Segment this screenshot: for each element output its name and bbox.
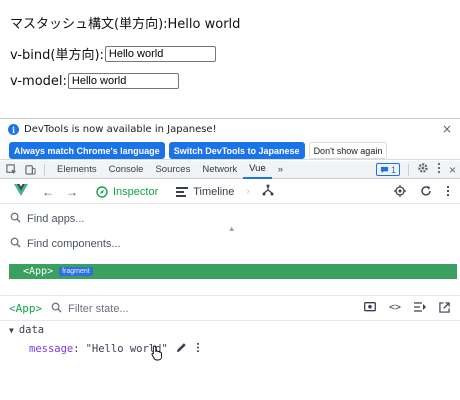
vue-logo-icon xyxy=(14,184,28,199)
state-row-message: message : "Hello world" xyxy=(29,342,200,356)
row-more-icon[interactable] xyxy=(196,342,200,356)
tab-vue[interactable]: Vue xyxy=(243,161,272,179)
screen-icon[interactable] xyxy=(364,302,376,316)
back-arrow-icon[interactable]: ← xyxy=(42,185,54,199)
scroll-to-component-icon[interactable] xyxy=(414,302,426,316)
forward-arrow-icon[interactable]: → xyxy=(66,185,78,199)
issues-badge[interactable]: 1 xyxy=(375,163,400,176)
vbind-input[interactable] xyxy=(104,45,216,62)
close-devtools-icon[interactable]: × xyxy=(449,163,456,177)
issues-count: 1 xyxy=(390,164,396,175)
vmodel-row: v-model: xyxy=(10,73,179,89)
tab-timeline[interactable]: Timeline xyxy=(176,186,234,198)
switch-to-japanese-button[interactable]: Switch DevTools to Japanese xyxy=(168,142,305,159)
data-section-label: data xyxy=(18,324,45,336)
info-icon: i xyxy=(8,124,19,135)
expand-triangle-icon[interactable]: ▼ xyxy=(9,326,14,335)
state-data-section: ▼ data message : "Hello world" xyxy=(9,324,200,356)
infobar-message: DevTools is now available in Japanese! xyxy=(24,124,217,135)
dont-show-again-button[interactable]: Don't show again xyxy=(308,142,388,159)
more-menu-icon[interactable] xyxy=(446,185,450,200)
refresh-icon[interactable] xyxy=(420,185,432,200)
tab-elements[interactable]: Elements xyxy=(51,161,103,179)
vbind-label: v-bind(単方向): xyxy=(10,48,104,63)
timeline-label: Timeline xyxy=(193,185,235,198)
message-icon xyxy=(380,166,389,173)
timeline-icon xyxy=(176,186,189,197)
state-key: message xyxy=(29,343,74,355)
vmodel-input[interactable] xyxy=(67,73,179,89)
search-icon xyxy=(10,237,21,251)
find-apps-input[interactable]: Find apps... xyxy=(27,213,84,225)
data-section-header[interactable]: ▼ data xyxy=(9,324,200,336)
component-tree-icon[interactable] xyxy=(262,184,274,199)
tab-sources[interactable]: Sources xyxy=(149,161,196,179)
device-toolbar-icon[interactable] xyxy=(22,164,38,175)
target-icon[interactable] xyxy=(394,185,406,200)
tab-inspector[interactable]: Inspector xyxy=(96,186,158,198)
find-components-row[interactable]: Find components... xyxy=(0,231,460,256)
hand-cursor-icon xyxy=(151,345,163,365)
search-icon xyxy=(51,302,62,316)
tab-network[interactable]: Network xyxy=(196,161,243,179)
kebab-menu-icon[interactable] xyxy=(437,162,441,177)
more-tabs-button[interactable]: » xyxy=(272,161,289,179)
tab-console[interactable]: Console xyxy=(103,161,150,179)
open-in-editor-icon[interactable] xyxy=(439,302,450,316)
devtools-panel: i DevTools is now available in Japanese!… xyxy=(0,118,460,400)
vbind-row: v-bind(単方向): xyxy=(10,44,216,63)
mustache-text: マスタッシュ構文(単方向):Hello world xyxy=(10,17,241,32)
edit-pencil-icon[interactable] xyxy=(176,342,187,356)
app-tag: <App> xyxy=(23,266,54,277)
search-icon xyxy=(10,212,21,226)
component-tree-item-app[interactable]: <App> fragment xyxy=(9,264,457,279)
page-content: マスタッシュ構文(単方向):Hello world v-bind(単方向): v… xyxy=(0,0,460,118)
selected-component-tag: <App> xyxy=(9,302,43,315)
inspector-label: Inspector xyxy=(113,185,159,198)
language-infobar: i DevTools is now available in Japanese!… xyxy=(0,120,460,160)
vue-toolbar: ← → Inspector Timeline › xyxy=(0,180,460,204)
chevron-right-icon: › xyxy=(246,186,250,197)
compass-icon xyxy=(96,185,108,198)
code-icon[interactable]: <> xyxy=(389,302,401,316)
fragment-badge: fragment xyxy=(59,267,93,276)
always-match-language-button[interactable]: Always match Chrome's language xyxy=(9,142,165,159)
inspect-element-icon[interactable] xyxy=(3,164,19,175)
devtools-tabbar: Elements Console Sources Network Vue » 1… xyxy=(0,161,460,179)
close-icon[interactable]: × xyxy=(442,122,452,136)
state-header: <App> Filter state... <> xyxy=(0,297,460,321)
find-components-input[interactable]: Find components... xyxy=(27,238,121,250)
vmodel-label: v-model: xyxy=(10,73,67,89)
filter-state-input[interactable]: Filter state... xyxy=(68,303,129,315)
gear-icon[interactable] xyxy=(417,162,429,177)
